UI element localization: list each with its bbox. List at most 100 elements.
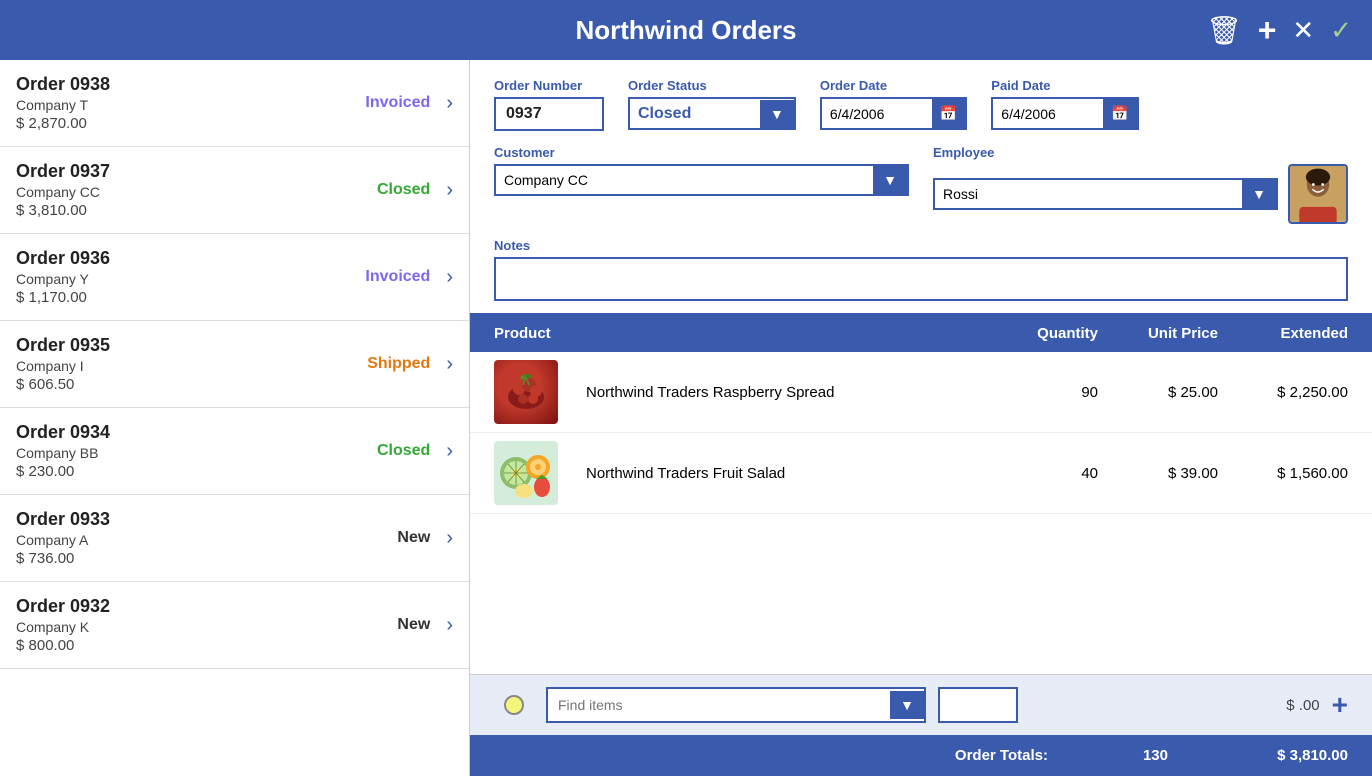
order-info: Order 0936 Company Y $ 1,170.00 — [16, 248, 365, 306]
product-thumb — [494, 360, 558, 424]
add-item-button[interactable]: + — [1332, 691, 1348, 719]
totals-amount: $ 3,810.00 — [1228, 747, 1348, 764]
app-title: Northwind Orders — [575, 15, 796, 46]
order-company: Company K — [16, 619, 397, 635]
order-number: Order 0938 — [16, 74, 365, 95]
order-status-select[interactable]: Closed New Invoiced Shipped — [630, 99, 760, 128]
order-number: Order 0937 — [16, 161, 377, 182]
order-list-item[interactable]: Order 0934 Company BB $ 230.00 Closed › — [0, 408, 469, 495]
order-number: Order 0932 — [16, 596, 397, 617]
paid-date-group: Paid Date 📅 — [991, 78, 1138, 130]
form-row-2: Customer Company CC Company A Company BB… — [494, 145, 1348, 224]
customer-label: Customer — [494, 145, 909, 160]
find-items-dropdown-btn[interactable]: ▼ — [890, 691, 924, 719]
order-list-item[interactable]: Order 0933 Company A $ 736.00 New › — [0, 495, 469, 582]
order-company: Company I — [16, 358, 367, 374]
order-list-item[interactable]: Order 0935 Company I $ 606.50 Shipped › — [0, 321, 469, 408]
order-form: Order Number Order Status Closed New Inv… — [470, 60, 1372, 315]
product-name: Northwind Traders Raspberry Spread — [574, 384, 978, 401]
order-date-group: Order Date 📅 — [820, 78, 967, 130]
order-number: Order 0936 — [16, 248, 365, 269]
col-product-name — [574, 325, 978, 342]
paid-date-picker-btn[interactable]: 📅 — [1103, 99, 1136, 128]
order-row-right: Shipped — [367, 355, 440, 373]
totals-row: Order Totals: 130 $ 3,810.00 — [470, 735, 1372, 776]
find-items-wrapper: ▼ — [546, 687, 926, 723]
order-date-picker-btn[interactable]: 📅 — [932, 99, 965, 128]
order-amount: $ 230.00 — [16, 463, 377, 480]
order-list-item[interactable]: Order 0937 Company CC $ 3,810.00 Closed … — [0, 147, 469, 234]
paid-date-label: Paid Date — [991, 78, 1138, 93]
employee-label: Employee — [933, 145, 1348, 160]
order-info: Order 0935 Company I $ 606.50 — [16, 335, 367, 393]
order-amount: $ 800.00 — [16, 637, 397, 654]
order-status: Closed — [377, 181, 430, 199]
order-chevron-icon: › — [446, 179, 453, 202]
order-info: Order 0934 Company BB $ 230.00 — [16, 422, 377, 480]
order-row-right: Closed — [377, 181, 440, 199]
order-number-group: Order Number — [494, 78, 604, 131]
add-item-row: ▼ $ .00 + — [470, 674, 1372, 735]
order-list-item[interactable]: Order 0936 Company Y $ 1,170.00 Invoiced… — [0, 234, 469, 321]
order-status: New — [397, 529, 430, 547]
products-section: Product Quantity Unit Price Extended — [470, 315, 1372, 776]
col-product: Product — [494, 325, 574, 342]
product-name: Northwind Traders Fruit Salad — [574, 465, 978, 482]
header-actions: 🗑 + ✕ ✓ — [1206, 12, 1352, 49]
employee-dropdown-btn[interactable]: ▼ — [1242, 180, 1276, 208]
employee-photo — [1288, 164, 1348, 224]
order-status: New — [397, 616, 430, 634]
customer-select[interactable]: Company CC Company A Company BB Company … — [496, 166, 873, 194]
product-extended: $ 2,250.00 — [1218, 384, 1348, 401]
order-row-right: New — [397, 616, 440, 634]
add-record-icon[interactable]: + — [1258, 12, 1277, 49]
products-table-header: Product Quantity Unit Price Extended — [470, 315, 1372, 352]
order-status: Shipped — [367, 355, 430, 373]
product-row: Northwind Traders Raspberry Spread 90 $ … — [470, 352, 1372, 433]
paid-date-wrapper: 📅 — [991, 97, 1138, 130]
order-company: Company CC — [16, 184, 377, 200]
order-date-label: Order Date — [820, 78, 967, 93]
col-unit-price: Unit Price — [1098, 325, 1218, 342]
paid-date-input[interactable] — [993, 100, 1103, 128]
order-chevron-icon: › — [446, 527, 453, 550]
products-table-body: Northwind Traders Raspberry Spread 90 $ … — [470, 352, 1372, 674]
order-company: Company BB — [16, 445, 377, 461]
order-company: Company A — [16, 532, 397, 548]
order-chevron-icon: › — [446, 92, 453, 115]
order-status-dropdown-btn[interactable]: ▼ — [760, 100, 794, 128]
customer-dropdown-btn[interactable]: ▼ — [873, 166, 907, 194]
order-chevron-icon: › — [446, 614, 453, 637]
order-number-input[interactable] — [494, 97, 604, 131]
employee-select-wrapper: Rossi Other ▼ — [933, 178, 1278, 210]
product-unit-price: $ 25.00 — [1098, 384, 1218, 401]
add-item-qty-input[interactable] — [938, 687, 1018, 723]
col-quantity: Quantity — [978, 325, 1098, 342]
order-number: Order 0933 — [16, 509, 397, 530]
order-amount: $ 2,870.00 — [16, 115, 365, 132]
employee-group: Employee Rossi Other ▼ — [933, 145, 1348, 224]
order-row-right: Invoiced — [365, 268, 440, 286]
order-status: Invoiced — [365, 268, 430, 286]
order-date-input[interactable] — [822, 100, 932, 128]
order-status-select-wrapper: Closed New Invoiced Shipped ▼ — [628, 97, 796, 130]
order-list-item[interactable]: Order 0938 Company T $ 2,870.00 Invoiced… — [0, 60, 469, 147]
order-status: Closed — [377, 442, 430, 460]
notes-textarea[interactable] — [494, 257, 1348, 301]
employee-row: Rossi Other ▼ — [933, 164, 1348, 224]
delete-icon[interactable]: 🗑 — [1206, 14, 1242, 47]
order-company: Company Y — [16, 271, 365, 287]
order-list-item[interactable]: Order 0932 Company K $ 800.00 New › — [0, 582, 469, 669]
find-items-input[interactable] — [548, 689, 890, 721]
order-row-right: Closed — [377, 442, 440, 460]
app-header: Northwind Orders 🗑 + ✕ ✓ — [0, 0, 1372, 60]
cursor-area — [494, 685, 534, 725]
confirm-icon[interactable]: ✓ — [1330, 15, 1352, 46]
totals-label: Order Totals: — [955, 747, 1048, 764]
cancel-icon[interactable]: ✕ — [1292, 15, 1314, 46]
notes-label: Notes — [494, 238, 1348, 253]
order-date-wrapper: 📅 — [820, 97, 967, 130]
add-item-amount: $ .00 — [1240, 697, 1320, 714]
employee-select[interactable]: Rossi Other — [935, 180, 1242, 208]
order-status-group: Order Status Closed New Invoiced Shipped… — [628, 78, 796, 130]
